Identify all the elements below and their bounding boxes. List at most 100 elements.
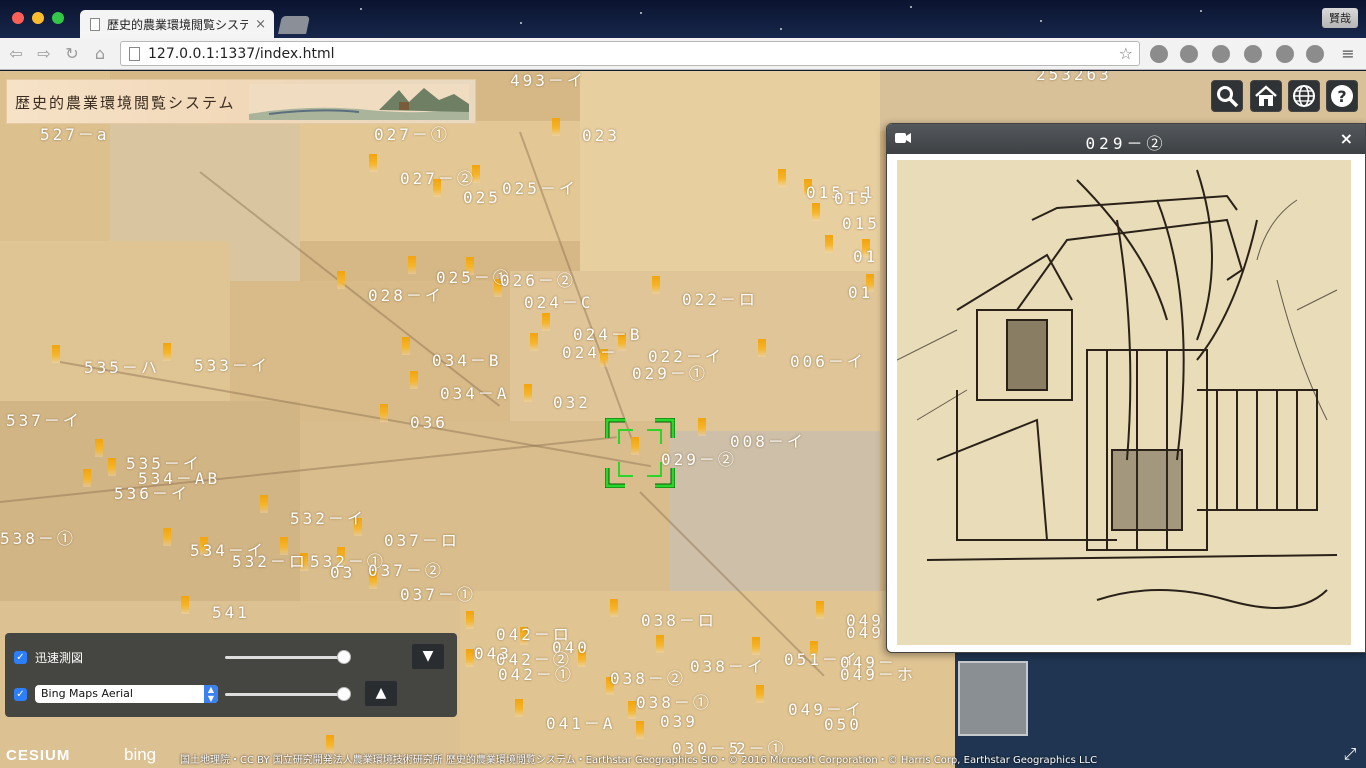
select-arrows-icon: ▲ ▼ [204, 685, 218, 703]
map-label: 049－ホ [840, 665, 916, 684]
new-tab-button[interactable] [278, 16, 310, 34]
layer-visibility-checkbox[interactable]: ✓ [14, 650, 27, 664]
base-layer-selected: Bing Maps Aerial [41, 687, 133, 700]
map-label: 028－イ [368, 286, 444, 305]
map-marker[interactable] [778, 169, 786, 187]
reload-icon[interactable]: ↻ [62, 44, 82, 63]
layer-visibility-checkbox[interactable]: ✓ [14, 687, 27, 701]
home-button[interactable] [1250, 80, 1282, 112]
home-icon[interactable]: ⌂ [90, 44, 110, 63]
extension-icon[interactable] [1276, 45, 1294, 63]
map-marker[interactable] [825, 235, 833, 253]
port-structure [958, 661, 1028, 736]
map-marker[interactable] [369, 154, 377, 172]
map-marker[interactable] [524, 384, 532, 402]
window-minimize-button[interactable] [32, 12, 44, 24]
slider-knob[interactable] [337, 687, 351, 701]
map-label: 037－① [400, 585, 476, 604]
map-marker[interactable] [542, 313, 550, 331]
slider-knob[interactable] [337, 650, 351, 664]
sketch-image [897, 160, 1351, 645]
map-marker[interactable] [163, 528, 171, 546]
tab-close-icon[interactable]: × [255, 17, 266, 32]
map-label: 032 [553, 393, 591, 412]
map-marker[interactable] [337, 271, 345, 289]
map-label: 038－ロ [641, 611, 717, 630]
page-icon [90, 17, 100, 31]
browser-tab-strip: 歴史的農業環境閲覧システム × 賢哉 [0, 0, 1366, 38]
map-marker[interactable] [380, 404, 388, 422]
map-label: 253263 [1036, 71, 1112, 84]
layer-opacity-slider[interactable] [225, 650, 351, 664]
map-marker[interactable] [552, 118, 560, 136]
scene-mode-button[interactable] [1288, 80, 1320, 112]
map-label: 533－イ [194, 356, 270, 375]
map-marker[interactable] [408, 256, 416, 274]
map-label: 541 [212, 603, 250, 622]
layer-row: ✓ Bing Maps Aerial ▲ ▼ [14, 684, 218, 704]
browser-tab[interactable]: 歴史的農業環境閲覧システム × [80, 10, 274, 38]
map-viewport[interactable]: 493－イ 527－a 027－① 023 027－② 025－イ 025 01… [0, 71, 1366, 768]
map-marker[interactable] [410, 371, 418, 389]
back-icon[interactable]: ⇦ [6, 44, 26, 63]
info-box-header: 029－② × [887, 124, 1365, 154]
map-marker[interactable] [515, 699, 523, 717]
map-marker[interactable] [656, 635, 664, 653]
map-marker[interactable] [163, 343, 171, 361]
extension-icon[interactable] [1150, 45, 1168, 63]
cesium-logo[interactable]: CESIUM [6, 747, 70, 764]
map-marker[interactable] [756, 685, 764, 703]
window-close-button[interactable] [12, 12, 24, 24]
map-marker[interactable] [652, 276, 660, 294]
map-marker[interactable] [108, 458, 116, 476]
map-marker[interactable] [466, 649, 474, 667]
map-marker[interactable] [610, 599, 618, 617]
drive-icon[interactable] [1306, 45, 1324, 63]
menu-icon[interactable]: ≡ [1338, 44, 1358, 63]
map-label: 532－ロ [232, 552, 308, 571]
map-marker[interactable] [628, 701, 636, 719]
map-label: 038－① [636, 693, 712, 712]
map-marker[interactable] [466, 611, 474, 629]
map-marker[interactable] [83, 469, 91, 487]
layer-raise-button[interactable]: ▲ [364, 680, 398, 707]
search-button[interactable] [1211, 80, 1243, 112]
address-bar[interactable]: 127.0.0.1:1337/index.html ☆ [120, 41, 1140, 66]
map-marker[interactable] [816, 601, 824, 619]
map-marker[interactable] [812, 203, 820, 221]
fullscreen-icon[interactable]: ⤢ [1338, 744, 1362, 768]
forward-icon[interactable]: ⇨ [34, 44, 54, 63]
map-label: 527－a [40, 125, 110, 144]
extension-icon[interactable] [1212, 45, 1230, 63]
map-marker[interactable] [698, 418, 706, 436]
map-label: 039 [660, 712, 698, 731]
map-marker[interactable] [636, 721, 644, 739]
layer-lower-button[interactable]: ▼ [411, 643, 445, 670]
map-label: 025 [463, 188, 501, 207]
window-maximize-button[interactable] [52, 12, 64, 24]
map-marker[interactable] [758, 339, 766, 357]
map-label: 034－A [440, 384, 510, 403]
pocket-icon[interactable] [1244, 45, 1262, 63]
bookmark-star-icon[interactable]: ☆ [1119, 44, 1133, 63]
profile-button[interactable]: 賢哉 [1322, 8, 1358, 28]
map-marker[interactable] [181, 596, 189, 614]
bing-logo[interactable]: bing [124, 745, 156, 765]
close-icon[interactable]: × [1340, 129, 1353, 148]
page-icon [129, 46, 140, 61]
map-label: 037－ロ [384, 531, 460, 550]
map-marker[interactable] [260, 495, 268, 513]
map-label: 036 [410, 413, 448, 432]
map-label: 01 [848, 283, 874, 302]
browser-toolbar: ⇦ ⇨ ↻ ⌂ 127.0.0.1:1337/index.html ☆ ≡ [0, 38, 1366, 70]
star-decoration [640, 12, 642, 14]
layer-opacity-slider[interactable] [225, 687, 351, 701]
info-extension-icon[interactable] [1180, 45, 1198, 63]
map-marker[interactable] [530, 333, 538, 351]
map-marker[interactable] [95, 439, 103, 457]
map-marker[interactable] [402, 337, 410, 355]
help-button[interactable]: ? [1326, 80, 1358, 112]
map-marker[interactable] [52, 345, 60, 363]
app-title-banner: 歴史的農業環境閲覧システム [6, 79, 476, 124]
base-layer-select[interactable]: Bing Maps Aerial ▲ ▼ [35, 685, 218, 703]
